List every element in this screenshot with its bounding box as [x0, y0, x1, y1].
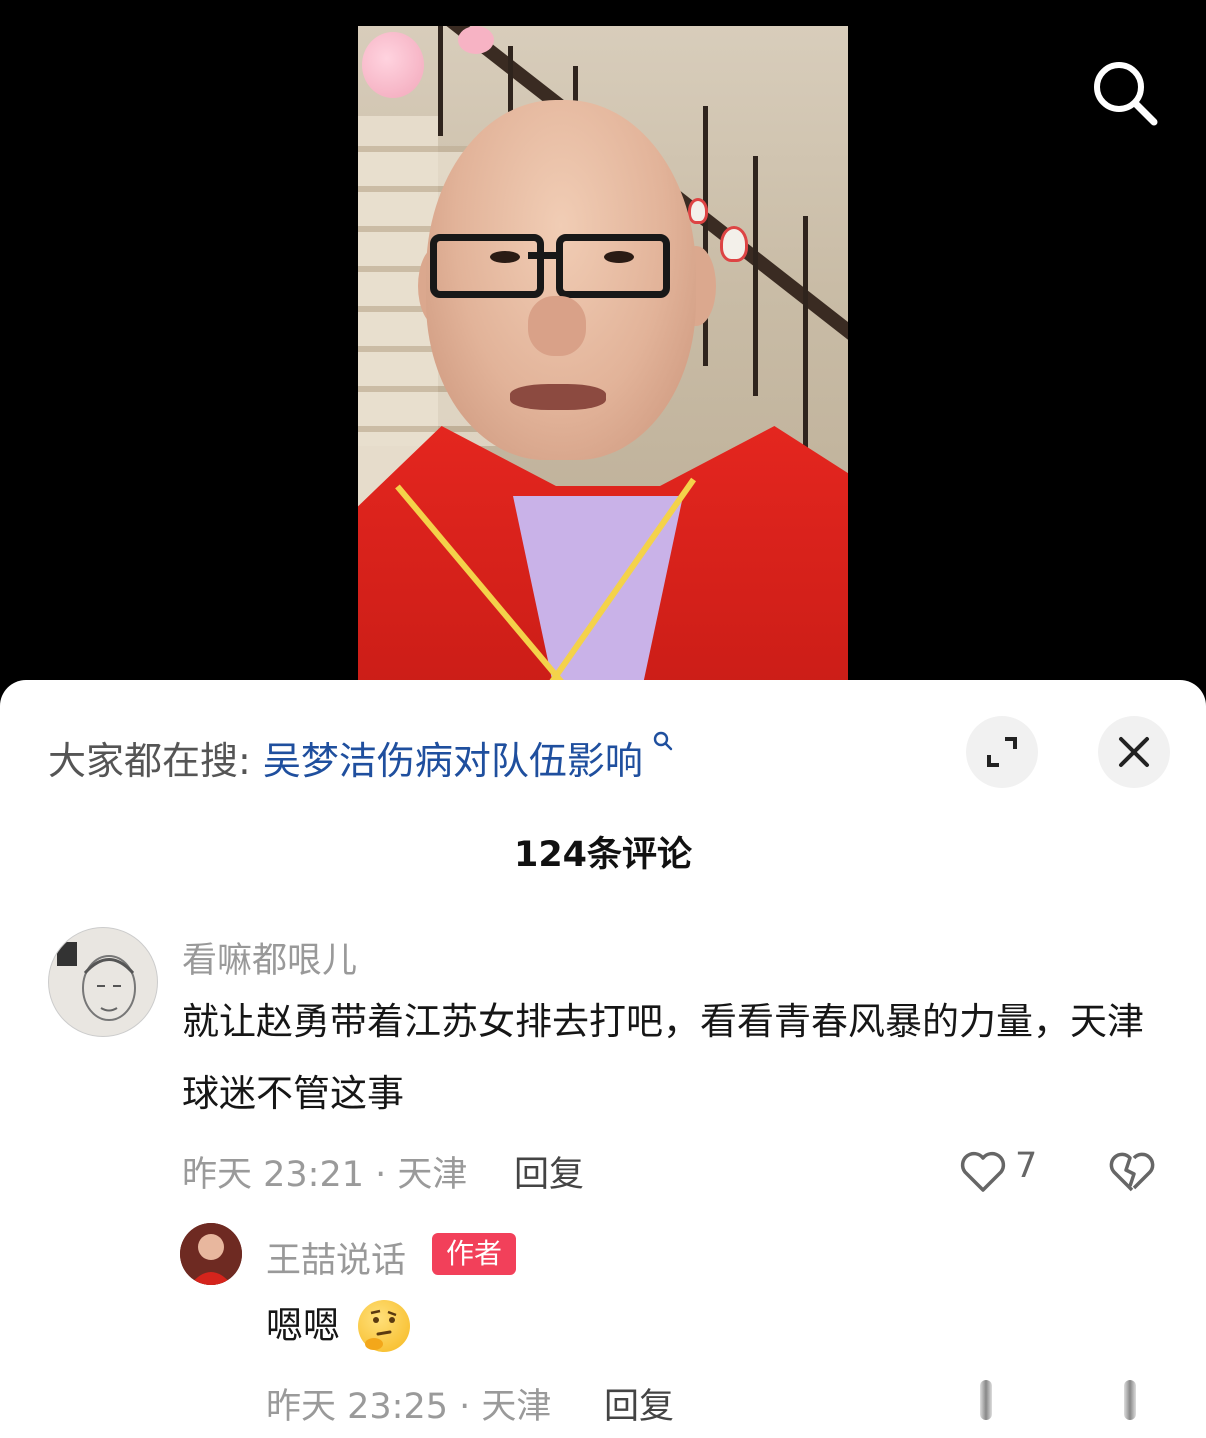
- close-button[interactable]: [1098, 716, 1170, 788]
- close-icon: [1119, 737, 1149, 767]
- scroll-indicator: [980, 1380, 992, 1420]
- reply-text: 嗯嗯: [266, 1304, 340, 1347]
- comment-count-title: 124条评论: [513, 835, 693, 875]
- video-person-mouth: [510, 384, 606, 410]
- video-area[interactable]: [0, 0, 1206, 700]
- like-count: 7: [1015, 1146, 1038, 1186]
- video-frame[interactable]: [358, 26, 848, 686]
- search-suggestion-query[interactable]: 吴梦洁伤病对队伍影响: [263, 739, 643, 783]
- comment-text: 就让赵勇带着江苏女排去打吧，看看青春风暴的力量，天津球迷不管这事: [182, 1000, 1144, 1115]
- reply-timestamp: 昨天 23:25 · 天津: [266, 1387, 552, 1427]
- video-ornament: [720, 226, 748, 262]
- video-person-eye: [490, 251, 520, 263]
- expand-button[interactable]: [966, 716, 1038, 788]
- like-icon[interactable]: [958, 1146, 1008, 1196]
- expand-icon: [987, 737, 1017, 767]
- reply-button[interactable]: 回复: [514, 1146, 584, 1197]
- reply-button[interactable]: 回复: [604, 1378, 674, 1429]
- video-baluster: [753, 156, 758, 396]
- video-glasses-right: [556, 234, 670, 298]
- video-glasses-bridge: [528, 252, 560, 259]
- search-suggestion[interactable]: 大家都在搜: 吴梦洁伤病对队伍影响: [48, 730, 674, 783]
- search-small-icon: [645, 731, 674, 758]
- video-baluster: [703, 106, 708, 366]
- dislike-icon[interactable]: [1108, 1146, 1156, 1196]
- video-toy-ornament: [458, 26, 494, 54]
- comment-username[interactable]: 看嘛都哏儿: [182, 932, 357, 983]
- thinking-face-emoji: [358, 1300, 410, 1352]
- video-ornament: [688, 198, 708, 224]
- video-baluster: [438, 26, 443, 136]
- scroll-indicator: [1124, 1380, 1136, 1420]
- video-baluster: [803, 216, 808, 456]
- comment-timestamp: 昨天 23:21 · 天津: [182, 1155, 468, 1195]
- author-badge: 作者: [432, 1233, 516, 1275]
- video-toy-pig: [362, 32, 424, 98]
- reply-username[interactable]: 王喆说话: [266, 1232, 406, 1283]
- search-icon[interactable]: [1090, 58, 1160, 128]
- video-person-nose: [528, 296, 586, 356]
- video-glasses-left: [430, 234, 544, 298]
- video-person-eye: [604, 251, 634, 263]
- reply-avatar[interactable]: [180, 1223, 242, 1285]
- search-suggestion-label: 大家都在搜:: [48, 739, 251, 783]
- comment-sheet: 大家都在搜: 吴梦洁伤病对队伍影响 124条评论 看嘛都哏儿 就让赵勇带着江苏女…: [0, 680, 1206, 1438]
- avatar[interactable]: [48, 927, 158, 1037]
